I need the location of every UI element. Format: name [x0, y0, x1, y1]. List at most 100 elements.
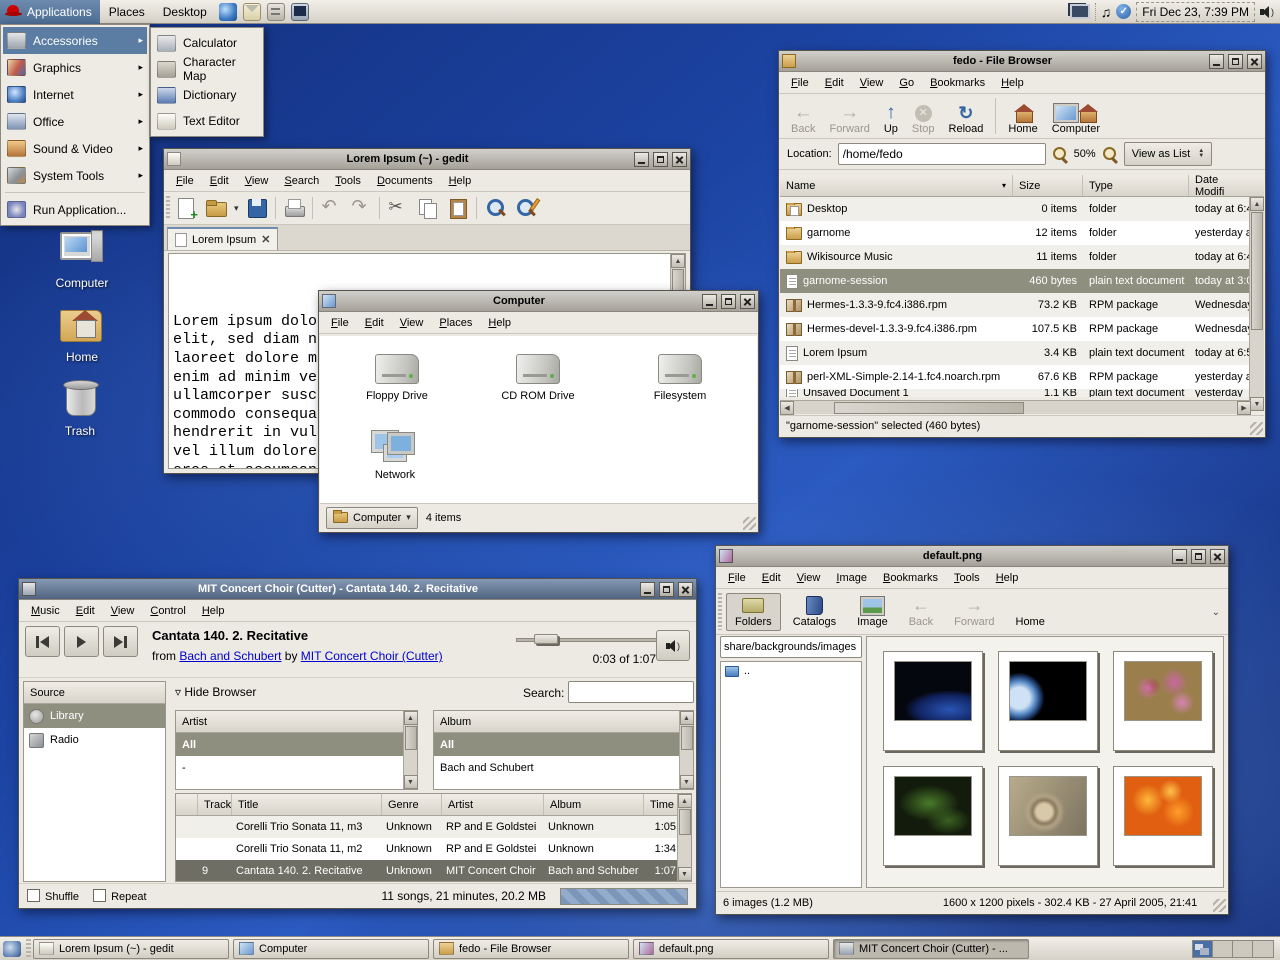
zoom-in-icon[interactable] [1102, 146, 1118, 162]
menu-item[interactable]: Music [23, 602, 68, 620]
desktop-icon-trash[interactable]: Trash [40, 376, 120, 438]
scroll-up-icon[interactable]: ▲ [671, 254, 685, 268]
menu-item[interactable]: Tools [946, 569, 988, 587]
gthumb-titlebar[interactable]: default.png [716, 546, 1228, 567]
image-thumbnail[interactable] [998, 766, 1098, 866]
toolbar-button[interactable]: Forward [823, 102, 875, 136]
track-list-scrollbar[interactable]: ▲ ▼ [677, 794, 691, 881]
submenu-item[interactable]: Dictionary [153, 82, 261, 108]
seek-slider[interactable] [516, 634, 666, 644]
minimize-button[interactable] [702, 294, 717, 309]
open-icon[interactable] [204, 196, 228, 220]
submenu-item[interactable]: Text Editor [153, 108, 261, 134]
window-list-handle[interactable] [26, 939, 31, 958]
toolbar-button[interactable]: Stop [906, 102, 941, 136]
menu-item[interactable]: Edit [202, 172, 237, 190]
repeat-checkbox[interactable]: Repeat [93, 889, 146, 903]
app-menu-item[interactable]: Accessories ▸ [3, 27, 147, 54]
find-replace-icon[interactable] [513, 196, 537, 220]
location-input[interactable] [838, 143, 1046, 165]
album-item[interactable]: All [434, 733, 693, 756]
place-network[interactable]: Network [350, 431, 440, 481]
artist-scrollbar[interactable]: ▲ ▼ [403, 711, 417, 789]
submenu-item[interactable]: Character Map [153, 56, 261, 82]
toolbar-overflow-icon[interactable]: ⌄ [1212, 607, 1220, 618]
menu-item[interactable]: Help [480, 314, 519, 332]
file-row[interactable]: garnome-session 460 bytes plain text doc… [780, 269, 1251, 293]
taskbar-window-button[interactable]: Computer [233, 939, 429, 959]
file-manager-launcher-icon[interactable] [267, 3, 285, 21]
find-icon[interactable] [483, 196, 507, 220]
scroll-down-icon[interactable]: ▼ [680, 775, 694, 789]
zoom-out-icon[interactable] [1052, 146, 1068, 162]
file-row[interactable]: Lorem Ipsum 3.4 KB plain text document t… [780, 341, 1251, 365]
column-time[interactable]: Time [644, 794, 680, 815]
undo-icon[interactable] [319, 196, 343, 220]
file-row[interactable]: Hermes-devel-1.3.3-9.fc4.i386.rpm 107.5 … [780, 317, 1251, 341]
toolbar-button[interactable]: Up [878, 102, 904, 136]
menu-item[interactable]: Help [441, 172, 480, 190]
column-header-type[interactable]: Type [1083, 175, 1189, 196]
image-thumbnail[interactable] [883, 651, 983, 751]
menu-item[interactable]: File [168, 172, 202, 190]
image-thumbnail[interactable] [883, 766, 983, 866]
app-menu-item[interactable]: System Tools ▸ [3, 162, 147, 189]
taskbar-window-button[interactable]: fedo - File Browser [433, 939, 629, 959]
resize-grip[interactable] [1213, 899, 1226, 912]
menu-item[interactable]: Edit [68, 602, 103, 620]
toolbar-button[interactable]: Catalogs [784, 593, 845, 631]
terminal-launcher-icon[interactable] [291, 3, 309, 21]
resize-grip[interactable] [743, 517, 756, 530]
menu-item[interactable]: Tools [327, 172, 369, 190]
close-button[interactable] [672, 152, 687, 167]
toolbar-button[interactable]: Folders [726, 593, 781, 631]
scroll-up-icon[interactable]: ▲ [1250, 197, 1264, 211]
minimize-button[interactable] [640, 582, 655, 597]
previous-button[interactable] [25, 626, 60, 657]
scroll-down-icon[interactable]: ▼ [678, 867, 692, 881]
artist-item[interactable]: - [176, 756, 417, 779]
scroll-right-icon[interactable]: ▶ [1237, 401, 1251, 415]
menu-item[interactable]: Edit [357, 314, 392, 332]
maximize-button[interactable] [1228, 54, 1243, 69]
menu-item[interactable]: Help [194, 602, 233, 620]
shuffle-checkbox[interactable]: Shuffle [27, 889, 79, 903]
menu-item[interactable]: Image [828, 569, 875, 587]
minimize-button[interactable] [1172, 549, 1187, 564]
toolbar-button[interactable]: Home [1007, 593, 1054, 631]
scrollbar-thumb[interactable] [681, 726, 693, 750]
new-document-icon[interactable] [174, 196, 198, 220]
menu-item[interactable]: View [392, 314, 432, 332]
computer-icon-view[interactable]: Floppy Drive CD ROM Drive Filesystem Net… [320, 336, 757, 503]
toolbar-handle[interactable] [166, 196, 170, 220]
parent-directory-item[interactable]: .. [721, 662, 861, 680]
menu-item[interactable]: Bookmarks [922, 74, 993, 92]
menu-item[interactable]: Help [988, 569, 1027, 587]
file-row[interactable]: perl-XML-Simple-2.14-1.fc4.noarch.rpm 67… [780, 365, 1251, 389]
document-tab[interactable]: Lorem Ipsum ✕ [167, 227, 278, 250]
menu-item[interactable]: File [720, 569, 754, 587]
scroll-up-icon[interactable]: ▲ [678, 794, 692, 808]
scrollbar-thumb[interactable] [679, 809, 691, 835]
seek-slider-thumb[interactable] [534, 634, 558, 644]
maximize-button[interactable] [653, 152, 668, 167]
toolbar-button[interactable]: Back [785, 102, 821, 136]
menu-item[interactable]: File [783, 74, 817, 92]
applications-menu-button[interactable]: Applications [0, 0, 100, 24]
taskbar-window-button[interactable]: MIT Concert Choir (Cutter) - ... [833, 939, 1029, 959]
close-button[interactable] [1247, 54, 1262, 69]
screens-applet-icon[interactable] [1070, 4, 1090, 19]
taskbar-applet-icon[interactable] [3, 941, 21, 957]
album-scrollbar[interactable]: ▲ ▼ [679, 711, 693, 789]
minimize-button[interactable] [634, 152, 649, 167]
menu-item[interactable]: View [789, 569, 829, 587]
path-input[interactable] [720, 636, 862, 658]
volume-button[interactable]: ) [656, 630, 690, 661]
resize-grip[interactable] [1250, 422, 1263, 435]
artist-item[interactable]: All [176, 733, 417, 756]
album-link[interactable]: Bach and Schubert [179, 649, 281, 663]
menu-item[interactable]: View [852, 74, 892, 92]
scrollbar-thumb[interactable] [405, 726, 417, 750]
email-launcher-icon[interactable] [243, 3, 261, 21]
image-thumbnail[interactable] [1113, 651, 1213, 751]
